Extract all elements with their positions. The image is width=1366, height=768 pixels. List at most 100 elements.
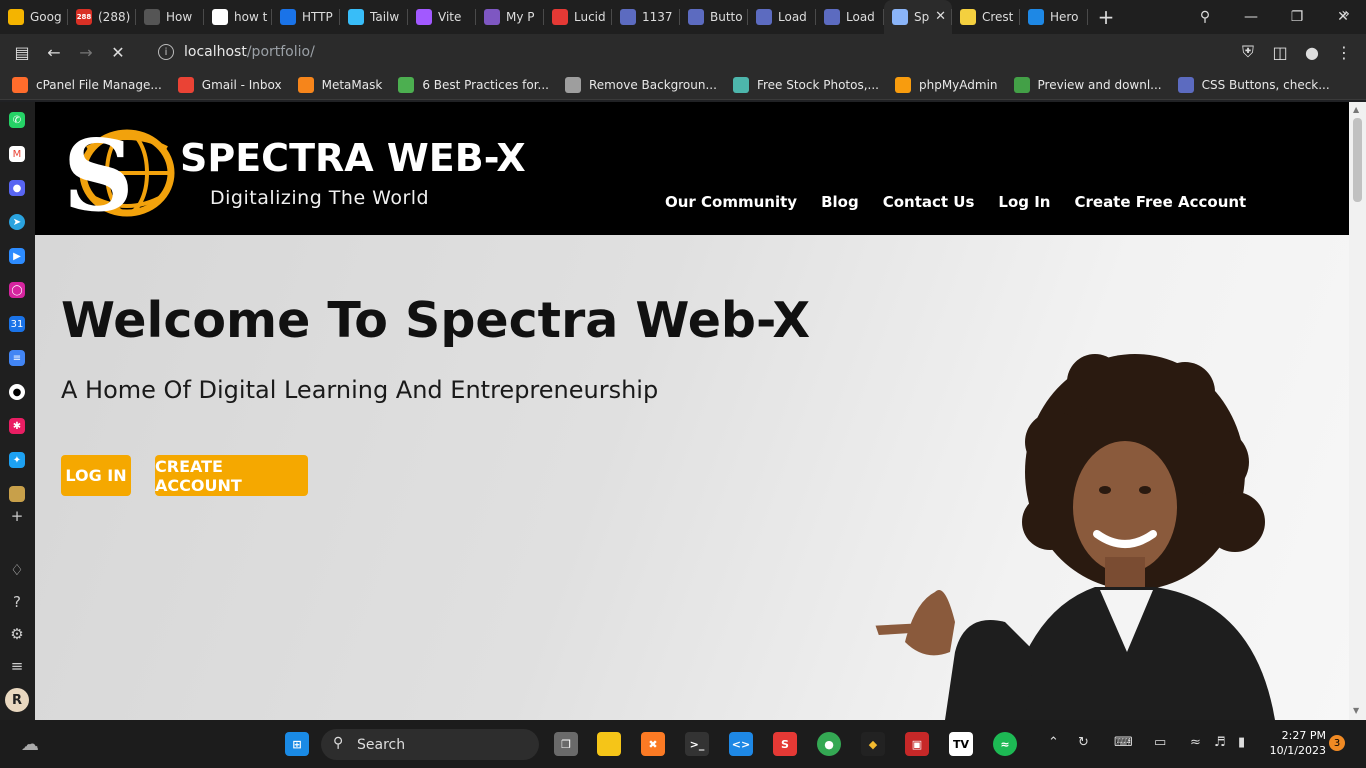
sync-icon[interactable]: ↻ — [1078, 735, 1089, 750]
site-info-icon[interactable]: i — [158, 44, 174, 60]
tab-search-icon[interactable]: ⚲ — [1182, 0, 1228, 34]
browser-tab[interactable]: Load — [748, 0, 816, 34]
file-explorer-icon[interactable] — [597, 732, 621, 756]
spectra-logo-icon[interactable]: S — [63, 128, 175, 218]
tradingview-icon[interactable]: TV — [949, 732, 973, 756]
slack-icon[interactable]: ✱ — [9, 418, 25, 434]
tab-label: Goog — [30, 10, 62, 24]
chrome-icon[interactable]: ● — [817, 732, 841, 756]
whatsapp-icon[interactable]: ✆ — [9, 112, 25, 128]
display-icon[interactable]: ▭ — [1154, 735, 1166, 750]
new-tab-button[interactable]: + — [1088, 0, 1124, 34]
nav-log-in[interactable]: Log In — [998, 193, 1050, 211]
page-scrollbar[interactable]: ▲ ▼ — [1349, 102, 1366, 720]
nav-create-free-account[interactable]: Create Free Account — [1074, 193, 1246, 211]
nav-our-community[interactable]: Our Community — [665, 193, 797, 211]
browser-tab[interactable]: Sp ✕ — [884, 0, 952, 34]
winrar-icon[interactable]: ▣ — [905, 732, 929, 756]
avatar[interactable]: R — [5, 688, 29, 712]
calendar-icon[interactable]: 31 — [9, 316, 25, 332]
scroll-down-icon[interactable]: ▼ — [1353, 706, 1359, 715]
maximize-button[interactable]: ❐ — [1274, 0, 1320, 34]
terminal-icon[interactable]: >_ — [685, 732, 709, 756]
gear-icon[interactable]: ⚙ — [9, 625, 25, 643]
task-view-icon[interactable]: ❐ — [554, 732, 578, 756]
browser-tab[interactable]: how t — [204, 0, 272, 34]
bookmark-item[interactable]: MetaMask — [297, 76, 382, 93]
minimize-button[interactable]: — — [1228, 0, 1274, 34]
list-icon[interactable]: ≡ — [9, 657, 25, 675]
create-account-button[interactable]: CREATE ACCOUNT — [155, 455, 308, 496]
twitter-icon[interactable]: ✦ — [9, 452, 25, 468]
bookmark-item[interactable]: CSS Buttons, check... — [1177, 76, 1330, 93]
show-hidden-icons[interactable]: ⌃ — [1048, 735, 1059, 750]
telegram-icon[interactable]: ➤ — [9, 214, 25, 230]
bookmark-item[interactable]: 6 Best Practices for... — [398, 76, 549, 93]
spotify-icon[interactable]: ≈ — [993, 732, 1017, 756]
tailwind-icon — [348, 9, 364, 25]
browser-tab[interactable]: Vite — [408, 0, 476, 34]
tab-label: Vite — [438, 10, 462, 24]
nav-blog[interactable]: Blog — [821, 193, 859, 211]
github-icon[interactable]: ● — [9, 384, 25, 400]
bookmark-item[interactable]: cPanel File Manage... — [12, 76, 162, 93]
instagram-icon[interactable]: ◯ — [9, 282, 25, 298]
gmail-icon[interactable]: M — [9, 146, 25, 162]
discord-icon[interactable]: ● — [9, 180, 25, 196]
vscode-icon[interactable]: <> — [729, 732, 753, 756]
taskbar-search[interactable]: ⚲ Search — [321, 729, 539, 760]
browser-tab[interactable]: 288 (288) — [68, 0, 136, 34]
add-panel-icon[interactable]: + — [9, 507, 25, 525]
shield-extension-icon[interactable]: ⛨ — [1232, 36, 1264, 68]
windows-start-icon[interactable]: ⊞ — [285, 732, 309, 756]
bookmark-item[interactable]: Remove Backgroun... — [565, 76, 717, 93]
keyboard-icon[interactable]: ⌨ — [1114, 735, 1133, 750]
browser-tab[interactable]: My P — [476, 0, 544, 34]
more-bookmarks-icon[interactable]: » — [1341, 6, 1350, 22]
bookmark-item[interactable]: Gmail - Inbox — [177, 76, 282, 93]
volume-icon[interactable]: ♬ — [1214, 735, 1226, 750]
browser-tab[interactable]: Lucid — [544, 0, 612, 34]
tab-label: Sp — [914, 10, 930, 24]
close-tab-icon[interactable]: ✕ — [935, 9, 946, 24]
xampp-icon[interactable]: ✖ — [641, 732, 665, 756]
bookmark-item[interactable]: Free Stock Photos,... — [732, 76, 879, 93]
system-clock[interactable]: 2:27 PM 10/1/2023 — [1268, 728, 1326, 758]
bookmark-label: Preview and downl... — [1037, 77, 1162, 92]
browser-tab[interactable]: Butto — [680, 0, 748, 34]
browser-tab[interactable]: Load — [816, 0, 884, 34]
folder-icon[interactable] — [9, 486, 25, 502]
address-bar[interactable]: i localhost/portfolio/ — [150, 37, 1220, 67]
forward-icon[interactable]: → — [70, 36, 102, 68]
wifi-icon[interactable]: ≈ — [1190, 735, 1201, 750]
bookmark-item[interactable]: Preview and downl... — [1013, 76, 1162, 93]
browser-tab[interactable]: 1137 — [612, 0, 680, 34]
menu-icon[interactable]: ⋮ — [1328, 36, 1360, 68]
login-button[interactable]: LOG IN — [61, 455, 131, 496]
browser-tab[interactable]: Hero — [1020, 0, 1088, 34]
browser-tab[interactable]: HTTP — [272, 0, 340, 34]
help-icon[interactable]: ? — [9, 593, 25, 611]
battery-icon[interactable]: ▮ — [1238, 735, 1245, 750]
scroll-up-icon[interactable]: ▲ — [1353, 105, 1359, 114]
docs-icon[interactable]: ≡ — [9, 350, 25, 366]
browser-tab[interactable]: Goog — [0, 0, 68, 34]
profile-icon[interactable]: ● — [1296, 36, 1328, 68]
browser-tab[interactable]: Tailw — [340, 0, 408, 34]
sidebar-toggle-icon[interactable]: ▤ — [6, 36, 38, 68]
browser-tab[interactable]: How — [136, 0, 204, 34]
zoom-icon[interactable]: ▶ — [9, 248, 25, 264]
stop-loading-icon[interactable]: ✕ — [102, 36, 134, 68]
browser-tab[interactable]: Crest — [952, 0, 1020, 34]
nav-contact-us[interactable]: Contact Us — [883, 193, 975, 211]
bell-icon[interactable]: ♢ — [9, 561, 25, 579]
weather-icon[interactable]: ☁ — [18, 732, 42, 756]
browser-app-icon[interactable]: S — [773, 732, 797, 756]
bookmark-item[interactable]: phpMyAdmin — [894, 76, 998, 93]
notification-badge[interactable]: 3 — [1329, 735, 1345, 751]
split-view-icon[interactable]: ◫ — [1264, 36, 1296, 68]
binance-icon[interactable]: ◆ — [861, 732, 885, 756]
back-icon[interactable]: ← — [38, 36, 70, 68]
tab-label: how t — [234, 10, 268, 24]
scrollbar-thumb[interactable] — [1353, 118, 1362, 202]
